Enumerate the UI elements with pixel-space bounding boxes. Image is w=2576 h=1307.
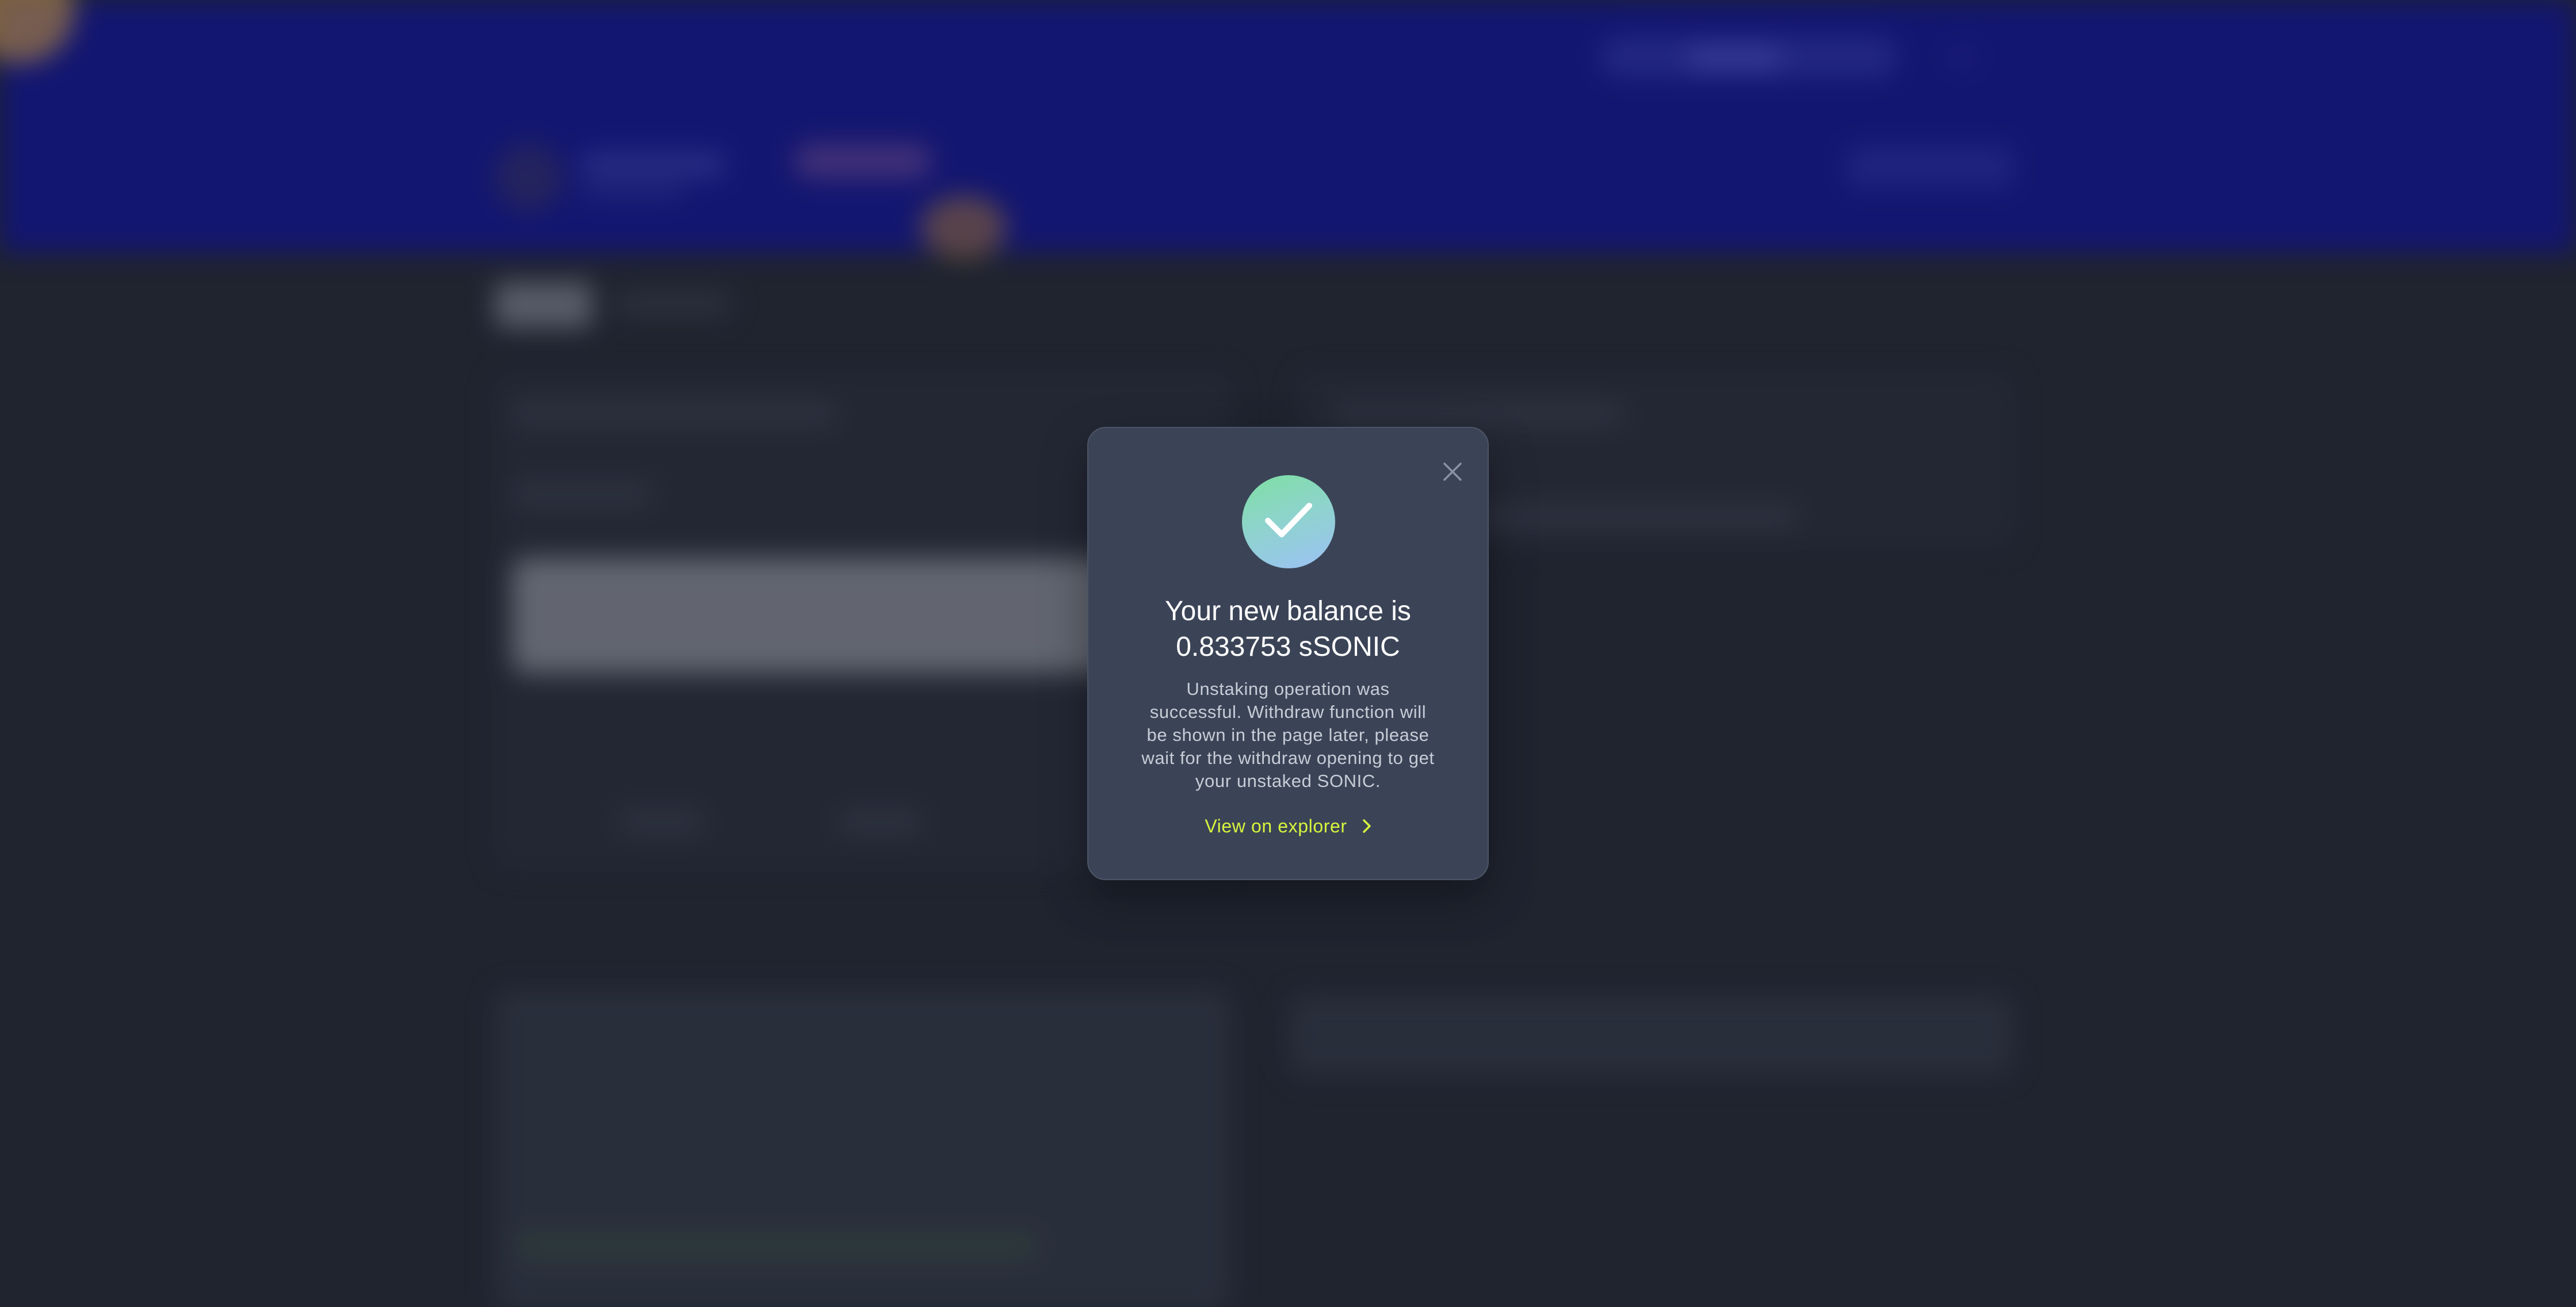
explorer-link-label: View on explorer: [1205, 816, 1347, 836]
message-line: successful. Withdraw function will: [1149, 702, 1427, 722]
new-balance-value: 0.833753 sSONIC: [1176, 632, 1400, 662]
dialog-title-line: Your new balance is: [1165, 596, 1411, 626]
close-button[interactable]: [1436, 456, 1469, 488]
check-icon: [1262, 500, 1315, 544]
view-on-explorer-link[interactable]: View on explorer: [1088, 815, 1488, 838]
dialog-message: Unstaking operation was successful. With…: [1128, 678, 1448, 793]
close-icon: [1441, 460, 1464, 483]
chevron-right-icon: [1362, 818, 1371, 834]
dialog-title: Your new balance is 0.833753 sSONIC: [1106, 594, 1470, 665]
message-line: wait for the withdraw opening to get: [1141, 748, 1435, 768]
success-badge: [1242, 475, 1335, 568]
message-line: Unstaking operation was: [1186, 679, 1390, 699]
message-line: be shown in the page later, please: [1146, 725, 1430, 745]
message-line: your unstaked SONIC.: [1195, 771, 1381, 791]
app-screen: Your new balance is 0.833753 sSONIC Unst…: [0, 0, 2576, 1307]
unstake-success-dialog: Your new balance is 0.833753 sSONIC Unst…: [1087, 427, 1489, 880]
